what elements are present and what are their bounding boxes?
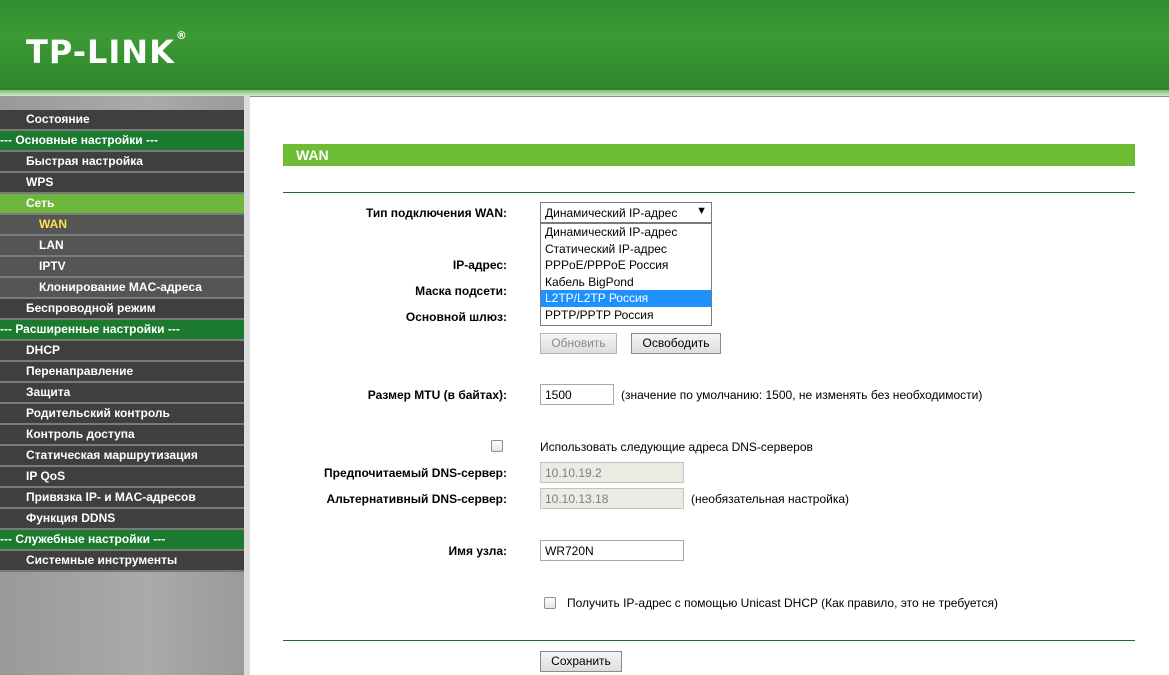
sidebar-item[interactable]: LAN [0,236,244,257]
sidebar-item[interactable]: Функция DDNS [0,509,244,530]
release-button[interactable]: Освободить [631,333,721,354]
renew-button[interactable]: Обновить [540,333,617,354]
sidebar-item[interactable]: DHCP [0,341,244,362]
brand-text: TP-LINK [26,33,175,71]
wan-type-option[interactable]: Статический IP-адрес [541,241,711,258]
dns-primary-input[interactable]: 10.10.19.2 [540,462,684,483]
trademark-mark: ® [175,29,188,43]
sidebar-section-header[interactable]: --- Служебные настройки --- [0,530,244,551]
sidebar-item[interactable]: Родительский контроль [0,404,244,425]
wan-type-select[interactable]: Динамический IP-адрес ▼ [540,202,712,223]
sidebar-item[interactable]: Клонирование MAC-адреса [0,278,244,299]
sidebar-section-header[interactable]: --- Расширенные настройки --- [0,320,244,341]
wan-type-option[interactable]: PPTP/PPTP Россия [541,307,711,324]
sidebar: Состояние --- Основные настройки --- Быстр… [0,96,250,675]
sidebar-background: Состояние --- Основные настройки --- Быстр… [0,96,244,675]
sidebar-item[interactable]: WAN [0,215,244,236]
sidebar-item[interactable]: Статическая маршрутизация [0,446,244,467]
sidebar-item[interactable]: WPS [0,173,244,194]
header: TP-LINK® [0,0,1169,90]
subnet-mask-label: Маска подсети: [415,284,507,298]
page-title: WAN [296,147,329,163]
wan-type-option[interactable]: PPPoE/PPPoE Россия [541,257,711,274]
dns-secondary-label: Альтернативный DNS-сервер: [326,492,507,506]
unicast-dhcp-checkbox[interactable] [544,597,556,609]
ip-address-label: IP-адрес: [452,258,507,272]
sidebar-item[interactable]: Состояние [0,110,244,131]
sidebar-item[interactable]: Привязка IP- и MAC-адресов [0,488,244,509]
bottom-divider [283,640,1135,641]
main-panel: WAN Тип подключения WAN: Динамический IP… [250,96,1169,675]
save-button[interactable]: Сохранить [540,651,622,672]
wan-type-option[interactable]: L2TP/L2TP Россия [541,290,711,307]
chevron-down-icon: ▼ [696,205,707,217]
dns-secondary-input[interactable]: 10.10.13.18 [540,488,684,509]
sidebar-menu: Состояние --- Основные настройки --- Быстр… [0,110,244,572]
sidebar-item[interactable]: Системные инструменты [0,551,244,572]
sidebar-item[interactable]: Защита [0,383,244,404]
dns-primary-label: Предпочитаемый DNS-сервер: [324,466,507,480]
wan-type-selected: Динамический IP-адрес [545,206,678,220]
wan-type-option[interactable]: Кабель BigPond [541,274,711,291]
mtu-input[interactable]: 1500 [540,384,614,405]
page-title-bar: WAN [283,144,1135,166]
sidebar-item[interactable]: Перенаправление [0,362,244,383]
wan-type-dropdown[interactable]: Динамический IP-адрес Статический IP-адре… [540,223,712,326]
sidebar-section-header[interactable]: --- Основные настройки --- [0,131,244,152]
unicast-dhcp-label: Получить IP-адрес с помощью Unicast DHCP… [567,596,998,610]
sidebar-item[interactable]: Быстрая настройка [0,152,244,173]
mtu-label: Размер MTU (в байтах): [367,388,507,402]
tp-link-logo: TP-LINK® [26,29,188,71]
sidebar-item[interactable]: Беспроводной режим [0,299,244,320]
wan-type-label: Тип подключения WAN: [365,206,507,220]
dns-secondary-hint: (необязательная настройка) [691,492,850,506]
sidebar-item[interactable]: IPTV [0,257,244,278]
gateway-label: Основной шлюз: [405,310,507,324]
wan-type-option[interactable]: Динамический IP-адрес [541,224,711,241]
hostname-label: Имя узла: [448,544,507,558]
sidebar-item[interactable]: IP QoS [0,467,244,488]
dns-manual-label: Использовать следующие адреса DNS-сервер… [540,440,813,454]
sidebar-item[interactable]: Сеть [0,194,244,215]
hostname-input[interactable]: WR720N [540,540,684,561]
dns-manual-checkbox[interactable] [491,440,503,452]
top-divider [283,192,1135,193]
sidebar-item[interactable]: Контроль доступа [0,425,244,446]
mtu-hint: (значение по умолчанию: 1500, не изменят… [621,388,983,402]
